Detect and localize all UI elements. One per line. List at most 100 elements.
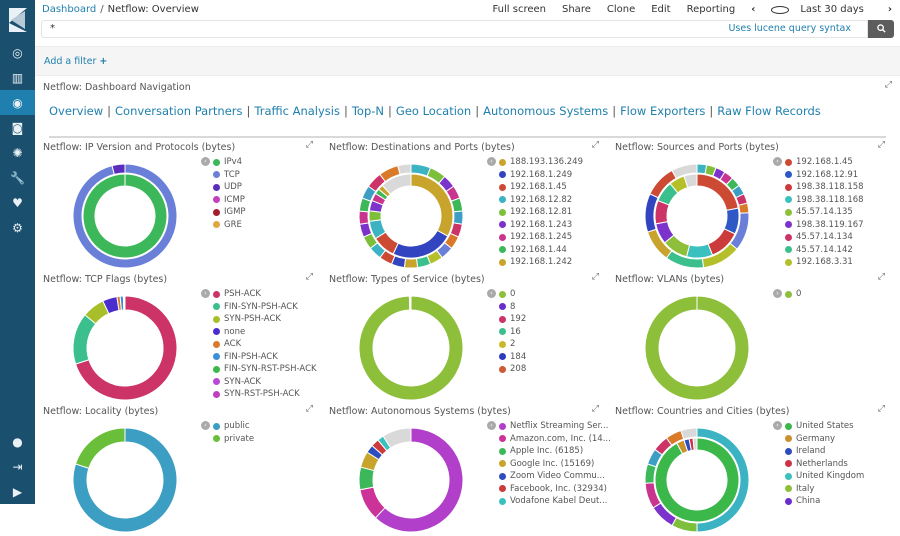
pie-slice[interactable] [83, 174, 167, 258]
legend-toggle-icon[interactable]: › [773, 157, 782, 166]
expand-icon[interactable]: ⤢ [592, 140, 599, 150]
reporting-button[interactable]: Reporting [679, 4, 744, 15]
legend-item[interactable]: 188.193.136.249 [499, 156, 583, 169]
sidebar-item-dev-tools-wrench[interactable]: 🔧 [0, 165, 35, 190]
nav-link-traffic-analysis[interactable]: Traffic Analysis [254, 104, 340, 118]
legend-item[interactable]: 0 [785, 288, 801, 301]
pie-slice[interactable] [645, 296, 749, 400]
legend-item[interactable]: 0 [499, 288, 526, 301]
nav-link-raw-flow-records[interactable]: Raw Flow Records [717, 104, 820, 118]
expand-icon[interactable]: ⤢ [306, 272, 313, 282]
pie-slice[interactable] [655, 438, 739, 522]
legend-item[interactable]: 192.168.1.44 [499, 244, 583, 257]
legend-item[interactable]: public [213, 420, 254, 433]
legend-item[interactable]: FIN-SYN-RST-PSH-ACK [213, 363, 317, 376]
legend-item[interactable]: Germany [785, 433, 864, 446]
legend-item[interactable]: GRE [213, 219, 246, 232]
legend-item[interactable]: 192.168.3.31 [785, 256, 864, 269]
pie-slice[interactable] [687, 244, 713, 258]
sidebar-item-user[interactable]: ● [0, 429, 35, 454]
legend-item[interactable]: Italy [785, 483, 864, 496]
pie-slice[interactable] [693, 438, 697, 450]
clone-button[interactable]: Clone [599, 4, 643, 15]
pie-slice[interactable] [112, 164, 125, 174]
add-filter-button[interactable]: Add a filter + [44, 56, 107, 67]
legend-item[interactable]: 45.57.14.142 [785, 244, 864, 257]
legend-toggle-icon[interactable]: › [487, 421, 496, 430]
pie-slice[interactable] [76, 428, 125, 468]
full-screen-button[interactable]: Full screen [484, 4, 554, 15]
legend-item[interactable]: IPv4 [213, 156, 246, 169]
expand-icon[interactable]: ⤢ [878, 272, 885, 282]
legend-toggle-icon[interactable]: › [201, 421, 210, 430]
time-prev-button[interactable]: ‹ [743, 4, 763, 15]
legend-item[interactable]: Netflix Streaming Ser... [499, 420, 611, 433]
pie-slice[interactable] [404, 259, 417, 268]
legend-item[interactable]: United States [785, 420, 864, 433]
sidebar-item-visualize-bar-chart[interactable]: ▥ [0, 65, 35, 90]
legend-item[interactable]: Facebook, Inc. (32934) [499, 483, 611, 496]
legend-item[interactable]: 198.38.118.158 [785, 181, 864, 194]
pie-slice[interactable] [681, 428, 697, 439]
sidebar-item-logout[interactable]: ⇥ [0, 454, 35, 479]
time-next-button[interactable]: › [880, 4, 900, 15]
legend-toggle-icon[interactable]: › [201, 157, 210, 166]
legend-item[interactable]: China [785, 495, 864, 508]
legend-toggle-icon[interactable]: › [773, 289, 782, 298]
legend-item[interactable]: 192 [499, 313, 526, 326]
pie-slice[interactable] [739, 203, 749, 213]
legend-item[interactable]: Amazon.com, Inc. (14... [499, 433, 611, 446]
expand-icon[interactable]: ⤢ [306, 404, 313, 414]
legend-item[interactable]: 2 [499, 338, 526, 351]
legend-toggle-icon[interactable]: › [487, 289, 496, 298]
legend-item[interactable]: United Kingdom [785, 470, 864, 483]
legend-item[interactable]: ACK [213, 338, 317, 351]
sidebar-item-timelion-mask[interactable]: ◙ [0, 115, 35, 140]
legend-item[interactable]: 184 [499, 351, 526, 364]
legend-item[interactable]: 192.168.1.242 [499, 256, 583, 269]
sidebar-item-management-gear[interactable]: ⚙ [0, 215, 35, 240]
legend-item[interactable]: IGMP [213, 206, 246, 219]
nav-link-geo-location[interactable]: Geo Location [396, 104, 471, 118]
pie-slice[interactable] [453, 211, 463, 224]
expand-icon[interactable]: ⤢ [885, 80, 892, 90]
expand-icon[interactable]: ⤢ [878, 404, 885, 414]
legend-item[interactable]: 192.168.1.243 [499, 219, 583, 232]
legend-item[interactable]: TCP [213, 169, 246, 182]
pie-slice[interactable] [451, 198, 462, 212]
legend-item[interactable]: SYN-RST-PSH-ACK [213, 388, 317, 401]
nav-link-top-n[interactable]: Top-N [352, 104, 384, 118]
legend-item[interactable]: 192.168.12.81 [499, 206, 583, 219]
pie-slice[interactable] [73, 315, 96, 364]
legend-item[interactable]: FIN-SYN-PSH-ACK [213, 301, 317, 314]
legend-item[interactable]: 45.57.14.134 [785, 231, 864, 244]
kibana-logo[interactable] [0, 0, 35, 40]
legend-item[interactable]: 45.57.14.135 [785, 206, 864, 219]
legend-item[interactable]: Zoom Video Commu... [499, 470, 611, 483]
sidebar-item-dashboard-gauge[interactable]: ◉ [0, 90, 35, 115]
expand-icon[interactable]: ⤢ [592, 404, 599, 414]
legend-item[interactable]: SYN-PSH-ACK [213, 313, 317, 326]
expand-icon[interactable]: ⤢ [306, 140, 313, 150]
legend-toggle-icon[interactable]: › [773, 421, 782, 430]
legend-item[interactable]: Ireland [785, 445, 864, 458]
time-picker[interactable]: Last 30 days [763, 4, 880, 15]
pie-slice[interactable] [359, 211, 369, 224]
sidebar-item-monitoring-heartbeat[interactable]: ♥ [0, 190, 35, 215]
nav-link-autonomous-systems[interactable]: Autonomous Systems [483, 104, 608, 118]
expand-icon[interactable]: ⤢ [592, 272, 599, 282]
lucene-syntax-link[interactable]: Uses lucene query syntax [728, 23, 859, 34]
legend-item[interactable]: SYN-ACK [213, 376, 317, 389]
legend-item[interactable]: 8 [499, 301, 526, 314]
nav-link-overview[interactable]: Overview [49, 104, 103, 118]
legend-item[interactable]: Netherlands [785, 458, 864, 471]
nav-link-conversation-partners[interactable]: Conversation Partners [115, 104, 242, 118]
legend-item[interactable]: 192.168.12.91 [785, 169, 864, 182]
pie-slice[interactable] [398, 164, 411, 174]
legend-item[interactable]: 198.38.118.168 [785, 194, 864, 207]
legend-item[interactable]: PSH-ACK [213, 288, 317, 301]
legend-item[interactable]: 192.168.1.249 [499, 169, 583, 182]
legend-item[interactable]: 208 [499, 363, 526, 376]
sidebar-item-discover-compass[interactable]: ◎ [0, 40, 35, 65]
legend-item[interactable]: 192.168.1.245 [499, 231, 583, 244]
